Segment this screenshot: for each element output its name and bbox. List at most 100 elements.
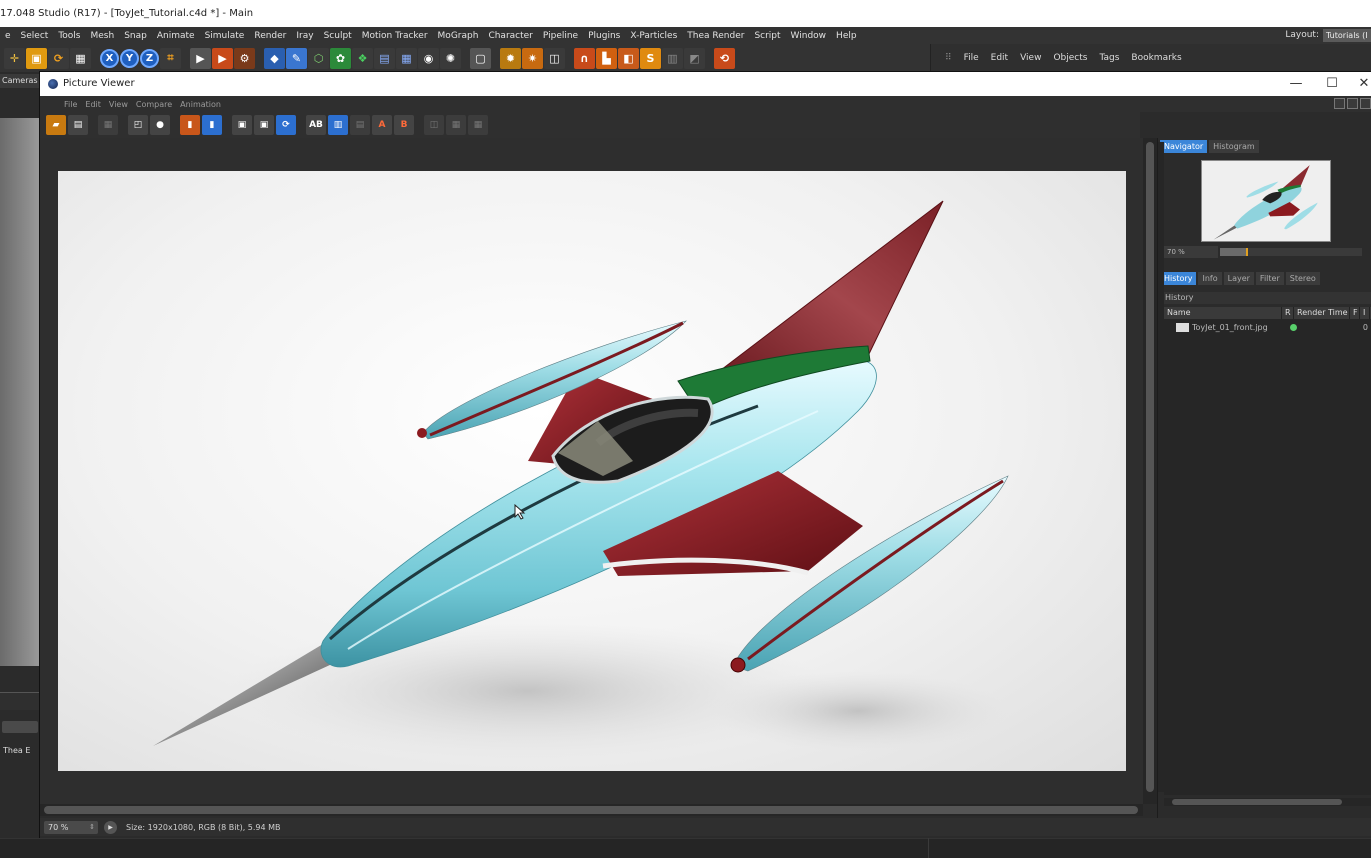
x-axis-button[interactable]: X [100, 48, 119, 68]
menu-iray[interactable]: Iray [291, 31, 318, 41]
maximize-button[interactable]: ☐ [1317, 72, 1347, 96]
col-name[interactable]: Name [1164, 307, 1282, 319]
pv-menu-view[interactable]: View [105, 100, 132, 109]
menu-sculpt[interactable]: Sculpt [319, 31, 357, 41]
pv-layout-single-icon[interactable] [1334, 98, 1345, 109]
magnet-icon[interactable]: ∩ [574, 47, 595, 69]
menu-character[interactable]: Character [483, 31, 537, 41]
tab-histogram[interactable]: Histogram [1209, 140, 1259, 153]
stop-render-icon[interactable]: ▦ [98, 115, 118, 135]
open-file-icon[interactable]: ▰ [46, 115, 66, 135]
z-axis-button[interactable]: Z [140, 48, 159, 68]
canvas-hscroll-thumb[interactable] [44, 806, 1138, 814]
compare-a-icon[interactable]: ▣ [232, 115, 252, 135]
display-icon[interactable]: ▢ [470, 47, 491, 69]
canvas-vscroll-thumb[interactable] [1146, 142, 1154, 792]
coord-system-icon[interactable]: ⌗ [160, 47, 181, 69]
history-hscroll-thumb[interactable] [1172, 799, 1342, 805]
tab-stereo[interactable]: Stereo [1285, 272, 1320, 285]
tab-navigator[interactable]: Navigator [1160, 140, 1208, 153]
menu-mesh[interactable]: Mesh [85, 31, 119, 41]
thea-settings-icon[interactable]: ✹ [500, 47, 521, 69]
ab-overlay-icon[interactable]: ▤ [350, 115, 370, 135]
viewport-cameras-menu[interactable]: Cameras [0, 74, 40, 88]
col-f[interactable]: F [1350, 307, 1360, 319]
canvas-vertical-scrollbar[interactable] [1143, 138, 1157, 804]
layout-dropdown[interactable]: Tutorials (I [1323, 29, 1371, 42]
table-row[interactable]: ToyJet_01_front.jpg 0 [1164, 321, 1371, 334]
filter-b-icon[interactable]: ▦ [446, 115, 466, 135]
scene-icon[interactable]: ▦ [396, 47, 417, 69]
move-tool-icon[interactable]: ✛ [4, 47, 25, 69]
zoom-spinner-icon[interactable]: ⇕ [89, 821, 95, 834]
col-render-time[interactable]: Render Time [1294, 307, 1350, 319]
minimize-button[interactable]: — [1281, 72, 1311, 96]
menu-x-particles[interactable]: X-Particles [625, 31, 682, 41]
render-settings-icon[interactable]: ⚙ [234, 47, 255, 69]
menu-script[interactable]: Script [749, 31, 785, 41]
picture-viewer-canvas[interactable] [40, 138, 1143, 804]
play-icon[interactable]: ▶ [104, 820, 117, 834]
snapshot-icon[interactable]: ● [150, 115, 170, 135]
om-menu-tags[interactable]: Tags [1093, 53, 1125, 63]
rotate-tool-icon[interactable]: ⟳ [48, 47, 69, 69]
close-button[interactable]: ✕ [1349, 72, 1371, 96]
compare-b-icon[interactable]: ▣ [254, 115, 274, 135]
grid-tool-icon[interactable]: ▦ [70, 47, 91, 69]
workplane-icon[interactable]: ▙ [596, 47, 617, 69]
ab-split-icon[interactable]: ▥ [328, 115, 348, 135]
col-r[interactable]: R [1282, 307, 1294, 319]
scale-tool-icon[interactable]: ▣ [26, 47, 47, 69]
om-menu-bookmarks[interactable]: Bookmarks [1125, 53, 1187, 63]
y-axis-button[interactable]: Y [120, 48, 139, 68]
light-icon[interactable]: ✺ [440, 47, 461, 69]
save-image-icon[interactable]: ▤ [68, 115, 88, 135]
subdivision-icon[interactable]: ⬡ [308, 47, 329, 69]
symmetry-icon[interactable]: ◧ [618, 47, 639, 69]
cube-primitive-icon[interactable]: ◆ [264, 47, 285, 69]
history-vertical-scrollbar[interactable] [1158, 142, 1164, 792]
menu-plugins[interactable]: Plugins [583, 31, 625, 41]
navigator-thumbnail[interactable] [1201, 160, 1331, 242]
om-menu-edit[interactable]: Edit [985, 53, 1014, 63]
menu-thea-render[interactable]: Thea Render [682, 31, 749, 41]
pv-menu-animation[interactable]: Animation [176, 100, 225, 109]
tab-history[interactable]: History [1160, 272, 1197, 285]
menu-snap[interactable]: Snap [119, 31, 152, 41]
filter-c-icon[interactable]: ▦ [468, 115, 488, 135]
filter-a-icon[interactable]: ◫ [424, 115, 444, 135]
camera-icon[interactable]: ◉ [418, 47, 439, 69]
menu-animate[interactable]: Animate [152, 31, 200, 41]
render-to-pv-icon[interactable]: ▮ [202, 115, 222, 135]
om-menu-file[interactable]: File [958, 53, 985, 63]
menu-render[interactable]: Render [249, 31, 291, 41]
pv-menu-compare[interactable]: Compare [132, 100, 176, 109]
thea-tab-label[interactable]: Thea E [0, 744, 40, 758]
navigator-zoom-field[interactable]: 70 % [1164, 246, 1218, 258]
zoom-field[interactable]: 70 % ⇕ [44, 820, 98, 834]
menu-tools[interactable]: Tools [53, 31, 85, 41]
render-region-icon[interactable]: ◰ [128, 115, 148, 135]
menu-select[interactable]: Select [16, 31, 54, 41]
tab-filter[interactable]: Filter [1255, 272, 1284, 285]
tab-layer[interactable]: Layer [1223, 272, 1254, 285]
menu-help[interactable]: Help [831, 31, 862, 41]
thea-ipr-icon[interactable]: ◫ [544, 47, 565, 69]
canvas-horizontal-scrollbar[interactable] [40, 804, 1143, 816]
menu-edit-partial[interactable]: e [0, 31, 16, 41]
viewport-area[interactable] [0, 118, 40, 666]
pv-layout-split-icon[interactable] [1347, 98, 1358, 109]
menu-pipeline[interactable]: Pipeline [538, 31, 583, 41]
pen-spline-icon[interactable]: ✎ [286, 47, 307, 69]
array-icon[interactable]: ✿ [330, 47, 351, 69]
refresh-icon[interactable]: ⟲ [714, 47, 735, 69]
plugin-a-icon[interactable]: ▥ [662, 47, 683, 69]
navigator-zoom-slider[interactable] [1220, 248, 1362, 256]
thea-render-icon[interactable]: ✷ [522, 47, 543, 69]
om-menu-objects[interactable]: Objects [1047, 53, 1093, 63]
frame-field[interactable] [2, 721, 38, 733]
render-active-view-icon[interactable]: ▮ [180, 115, 200, 135]
ab-compare-icon[interactable]: AB [306, 115, 326, 135]
plugin-b-icon[interactable]: ◩ [684, 47, 705, 69]
set-a-icon[interactable]: A [372, 115, 392, 135]
